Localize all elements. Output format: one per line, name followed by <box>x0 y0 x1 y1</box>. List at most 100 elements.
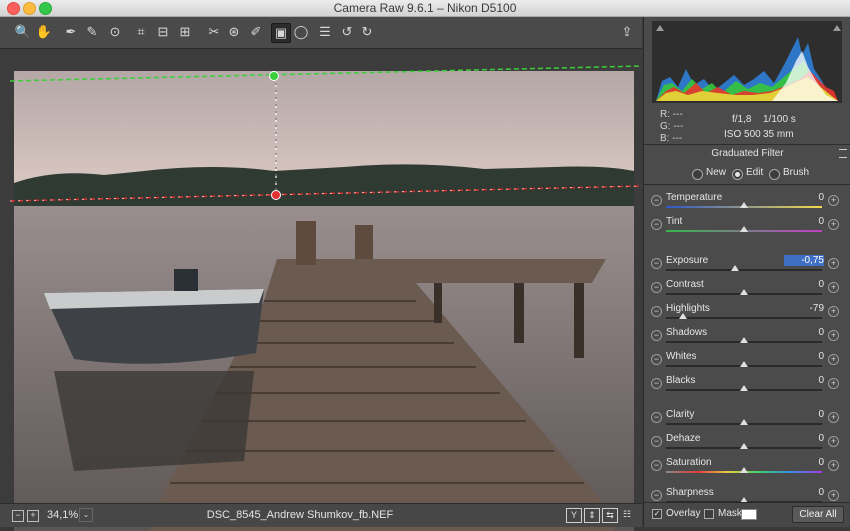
mode-brush-radio[interactable] <box>769 169 780 180</box>
slider-saturation: − Saturation 0 + <box>644 457 850 481</box>
slider-thumb[interactable] <box>740 443 748 449</box>
increase-sharpness-button[interactable]: + <box>828 490 839 501</box>
slider-value-field[interactable]: -0,75 <box>784 255 824 266</box>
zoom-in-button[interactable]: + <box>27 510 39 522</box>
highlight-clipping-warning-icon[interactable] <box>833 25 841 31</box>
slider-value-field[interactable]: -79 <box>784 303 824 314</box>
increase-blacks-button[interactable]: + <box>828 378 839 389</box>
slider-track[interactable] <box>666 269 822 271</box>
shadow-clipping-warning-icon[interactable] <box>656 25 664 31</box>
increase-clarity-button[interactable]: + <box>828 412 839 423</box>
filter-start-handle[interactable] <box>269 71 279 81</box>
crop-icon[interactable]: ⌗ <box>132 23 150 41</box>
decrease-exposure-button[interactable]: − <box>651 258 662 269</box>
zoom-icon[interactable]: 🔍 <box>14 23 32 41</box>
increase-highlights-button[interactable]: + <box>828 306 839 317</box>
slider-value-field[interactable]: 0 <box>784 279 824 290</box>
clear-all-button[interactable]: Clear All <box>792 506 844 523</box>
increase-contrast-button[interactable]: + <box>828 282 839 293</box>
mode-edit-radio[interactable] <box>732 169 743 180</box>
slider-value-field[interactable]: 0 <box>784 433 824 444</box>
mode-brush-label: Brush <box>783 167 810 178</box>
panel-menu-icon[interactable] <box>839 149 847 158</box>
before-after-y-button[interactable]: Y <box>566 508 582 523</box>
slider-thumb[interactable] <box>740 226 748 232</box>
slider-value-field[interactable]: 0 <box>784 457 824 468</box>
slider-label: Dehaze <box>666 433 701 444</box>
increase-tint-button[interactable]: + <box>828 219 839 230</box>
red-eye-icon[interactable]: ⊛ <box>225 23 243 41</box>
decrease-sharpness-button[interactable]: − <box>651 490 662 501</box>
open-preferences-export-icon[interactable]: ⇪ <box>618 23 636 41</box>
panel-bottom-bar: ✓ Overlay Mask Clear All <box>644 502 850 527</box>
window-title: Camera Raw 9.6.1 – Nikon D5100 <box>333 1 517 15</box>
slider-thumb[interactable] <box>730 265 739 271</box>
decrease-dehaze-button[interactable]: − <box>651 436 662 447</box>
mask-checkbox[interactable] <box>704 509 714 519</box>
preferences-icon[interactable]: ☰ <box>316 23 334 41</box>
swap-settings-button[interactable]: ⇕ <box>584 508 600 523</box>
decrease-shadows-button[interactable]: − <box>651 330 662 341</box>
adjustment-brush-icon[interactable]: ✐ <box>247 23 265 41</box>
slider-value-field[interactable]: 0 <box>784 409 824 420</box>
slider-thumb[interactable] <box>740 202 748 208</box>
slider-value-field[interactable]: 0 <box>784 216 824 227</box>
slider-thumb[interactable] <box>740 289 748 295</box>
overlay-checkbox[interactable]: ✓ <box>652 509 662 519</box>
slider-value-field[interactable]: 0 <box>784 487 824 498</box>
slider-value-field[interactable]: 0 <box>784 327 824 338</box>
graduated-filter-overlay[interactable] <box>0 49 642 503</box>
mode-new-radio[interactable] <box>692 169 703 180</box>
increase-saturation-button[interactable]: + <box>828 460 839 471</box>
decrease-blacks-button[interactable]: − <box>651 378 662 389</box>
zoom-out-button[interactable]: − <box>12 510 24 522</box>
target-adjustment-icon[interactable]: ⊙ <box>106 23 124 41</box>
increase-temperature-button[interactable]: + <box>828 195 839 206</box>
decrease-whites-button[interactable]: − <box>651 354 662 365</box>
radial-filter-icon[interactable]: ◯ <box>292 23 310 41</box>
slider-thumb[interactable] <box>740 337 748 343</box>
divider <box>644 144 850 145</box>
overlay-label: Overlay <box>666 508 701 519</box>
shutter-value: 1/100 s <box>763 114 796 125</box>
decrease-contrast-button[interactable]: − <box>651 282 662 293</box>
color-sampler-icon[interactable]: ✎ <box>83 23 101 41</box>
increase-shadows-button[interactable]: + <box>828 330 839 341</box>
preview-settings-button[interactable]: ☷ <box>620 508 634 521</box>
decrease-saturation-button[interactable]: − <box>651 460 662 471</box>
slider-value-field[interactable]: 0 <box>784 375 824 386</box>
decrease-highlights-button[interactable]: − <box>651 306 662 317</box>
slider-label: Sharpness <box>666 487 714 498</box>
white-balance-icon[interactable]: ✒ <box>62 23 80 41</box>
slider-value-field[interactable]: 0 <box>784 351 824 362</box>
title-bar: Camera Raw 9.6.1 – Nikon D5100 <box>0 0 850 17</box>
zoom-dropdown[interactable]: ⌄ <box>79 508 93 522</box>
slider-value-field[interactable]: 0 <box>784 192 824 203</box>
transform-icon[interactable]: ⊞ <box>176 23 194 41</box>
filter-end-handle[interactable] <box>271 190 281 200</box>
spot-removal-icon[interactable]: ✂ <box>205 23 223 41</box>
copy-settings-button[interactable]: ⇆ <box>602 508 618 523</box>
graduated-filter-icon[interactable]: ▣ <box>271 23 291 43</box>
slider-thumb[interactable] <box>740 361 748 367</box>
decrease-tint-button[interactable]: − <box>651 219 662 230</box>
slider-thumb[interactable] <box>679 313 688 319</box>
increase-exposure-button[interactable]: + <box>828 258 839 269</box>
mask-color-swatch[interactable] <box>741 509 757 520</box>
increase-dehaze-button[interactable]: + <box>828 436 839 447</box>
increase-whites-button[interactable]: + <box>828 354 839 365</box>
hand-icon[interactable]: ✋ <box>35 23 53 41</box>
straighten-icon[interactable]: ⊟ <box>154 23 172 41</box>
image-preview[interactable] <box>0 49 642 531</box>
slider-thumb[interactable] <box>740 467 748 473</box>
decrease-temperature-button[interactable]: − <box>651 195 662 206</box>
file-name: DSC_8545_Andrew Shumkov_fb.NEF <box>206 509 394 521</box>
aperture-value: f/1,8 <box>732 114 752 125</box>
slider-thumb[interactable] <box>740 419 748 425</box>
rotate-cw-icon[interactable]: ↻ <box>358 23 376 41</box>
slider-clarity: − Clarity 0 + <box>644 409 850 433</box>
slider-track[interactable] <box>666 317 822 319</box>
slider-thumb[interactable] <box>740 385 748 391</box>
decrease-clarity-button[interactable]: − <box>651 412 662 423</box>
rotate-ccw-icon[interactable]: ↺ <box>338 23 356 41</box>
